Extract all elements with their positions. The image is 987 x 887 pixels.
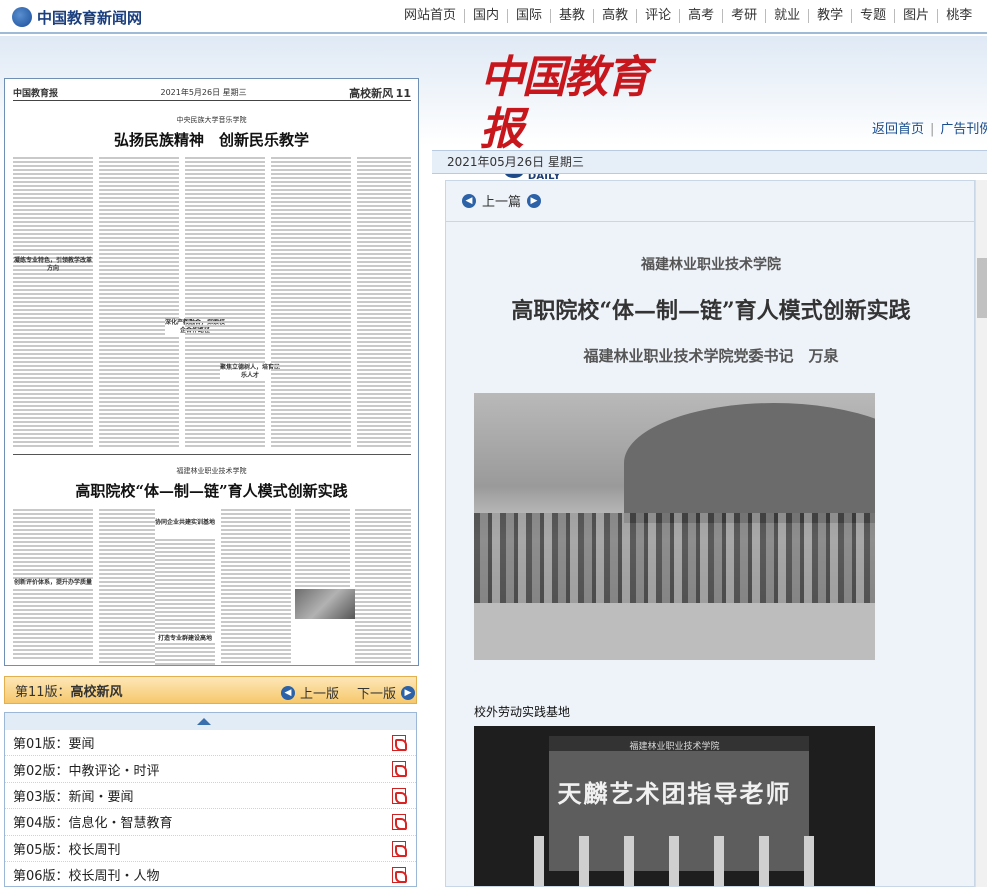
paper-brand: 中国教育报 <box>13 89 59 99</box>
edition-item[interactable]: 第05版：校长周刊 <box>5 836 416 862</box>
back-home-link[interactable]: 返回首页 <box>872 122 924 137</box>
current-page-number: 第11版： <box>15 684 71 700</box>
paper-article2-column <box>355 509 411 665</box>
article-author: 福建林业职业技术学院党委书记 万泉 <box>583 347 839 365</box>
paper-article2-title[interactable]: 高职院校“体—制—链”育人模式创新实践 <box>5 480 418 501</box>
edition-item[interactable]: 第01版：要闻 <box>5 730 416 757</box>
paper-article1-column <box>185 157 265 449</box>
edition-item[interactable]: 第06版：校长周刊・人物 <box>5 862 416 886</box>
paper-article1-column <box>271 157 351 449</box>
paper-subhead: 协同企业共建实训基地 <box>155 519 216 526</box>
paper-divider <box>13 454 411 455</box>
paper-page-number: 11 <box>395 86 411 100</box>
photo-caption: 校外劳动实践基地 <box>474 705 571 719</box>
pdf-icon[interactable] <box>392 814 407 831</box>
nav-taoli[interactable]: 桃李 <box>937 9 980 23</box>
scrollbar-thumb[interactable] <box>977 258 987 318</box>
paper-article1-kicker[interactable]: 中央民族大学音乐学院 <box>5 115 418 125</box>
paper-subhead: 打造专业群建设高地 <box>155 635 215 643</box>
newspaper-page-image[interactable]: 中国教育报 2021年5月26日 星期三 高校新风 11 中央民族大学音乐学院 … <box>4 78 419 666</box>
issue-date-bar: 2021年05月26日 星期三 <box>432 150 987 174</box>
article-panel: ◀ 上一篇 ▶ 福建林业职业技术学院 高职院校“体—制—链”育人模式创新实践 福… <box>445 180 975 887</box>
paper-date: 2021年5月26日 星期三 <box>160 88 247 97</box>
paper-subhead: 创新评价体系，提升办学质量 <box>13 579 93 587</box>
edition-item[interactable]: 第03版：新闻・要闻 <box>5 783 416 810</box>
paper-section: 高校新风 <box>349 86 394 100</box>
prev-article-label: 上一篇 <box>482 195 522 210</box>
edition-link[interactable]: 第03版：新闻・要闻 <box>13 786 134 805</box>
nav-employment[interactable]: 就业 <box>765 9 808 23</box>
pdf-icon[interactable] <box>392 761 407 778</box>
site-logo-icon <box>12 7 32 27</box>
edition-link[interactable]: 第05版：校长周刊 <box>13 839 121 858</box>
paper-article2-column <box>295 509 350 589</box>
edition-link[interactable]: 第04版：信息化・智慧教育 <box>13 812 173 831</box>
pdf-icon[interactable] <box>392 840 407 857</box>
next-page-label: 下一版 <box>357 687 397 702</box>
paper-article1-title[interactable]: 弘扬民族精神 创新民乐教学 <box>5 129 418 150</box>
article-kicker: 福建林业职业技术学院 <box>641 257 781 273</box>
paper-article2-column <box>155 539 215 665</box>
newspaper-masthead: 中国教育报 CHINA EDUCATION DAILY <box>480 52 670 182</box>
site-logo[interactable]: 中国教育新闻网 <box>12 5 142 29</box>
arrow-left-icon: ◀ <box>462 193 476 208</box>
caret-up-icon <box>197 718 211 725</box>
article-photo-art-troupe: 福建林业职业技术学院 天麟艺术团指导老师 <box>474 726 875 886</box>
edition-link[interactable]: 第01版：要闻 <box>13 733 95 752</box>
page-navigation-bar: 第11版：高校新风 ◀ 上一版 下一版 ▶ <box>4 676 417 704</box>
nav-domestic[interactable]: 国内 <box>464 9 507 23</box>
paper-article1-column <box>13 157 93 449</box>
nav-home[interactable]: 网站首页 <box>396 9 464 23</box>
masthead-title: 中国教育报 <box>480 52 650 155</box>
paper-article2-kicker[interactable]: 福建林业职业技术学院 <box>5 466 418 476</box>
ad-rates-link[interactable]: 广告刊例 <box>940 122 987 137</box>
site-logo-text: 中国教育新闻网 <box>37 8 143 27</box>
nav-higher-education[interactable]: 高教 <box>593 9 636 23</box>
paper-article2-column <box>99 509 155 665</box>
paper-subhead: 凝练专业特色，引领教学改革方向 <box>13 257 92 272</box>
pdf-icon[interactable] <box>392 787 407 804</box>
paper-photo-thumb <box>295 589 355 619</box>
nav-special-topics[interactable]: 专题 <box>851 9 894 23</box>
prev-page-label: 上一版 <box>300 687 340 702</box>
article-body: 福建林业职业技术学院 高职院校“体—制—链”育人模式创新实践 福建林业职业技术学… <box>446 222 974 886</box>
edition-item[interactable]: 第02版：中教评论・时评 <box>5 756 416 783</box>
paper-article1-column <box>357 157 411 449</box>
next-page-button[interactable]: 下一版 ▶ <box>357 683 416 702</box>
nav-international[interactable]: 国际 <box>507 9 550 23</box>
paper-article1-column <box>99 157 179 449</box>
nav-postgraduate[interactable]: 考研 <box>722 9 765 23</box>
photo-banner-text: 天麟艺术团指导老师 <box>557 779 792 808</box>
paper-article2-column <box>221 509 291 665</box>
pdf-icon[interactable] <box>392 735 407 751</box>
nav-basic-education[interactable]: 基教 <box>550 9 593 23</box>
arrow-right-icon: ▶ <box>527 193 542 208</box>
nav-commentary[interactable]: 评论 <box>636 9 679 23</box>
header-links: 返回首页 | 广告刊例 <box>872 118 987 137</box>
prev-article-button[interactable]: ◀ 上一篇 ▶ <box>456 191 547 210</box>
current-page-label: 第11版：高校新风 <box>15 681 123 700</box>
current-page-name: 高校新风 <box>70 684 123 700</box>
edition-list-scroll-up[interactable] <box>5 713 416 730</box>
arrow-right-icon: ▶ <box>401 685 416 700</box>
main-nav: 网站首页 国内 国际 基教 高教 评论 高考 考研 就业 教学 专题 图片 桃李 <box>396 0 980 32</box>
article-title: 高职院校“体—制—链”育人模式创新实践 <box>511 298 911 324</box>
top-nav-bar: 中国教育新闻网 网站首页 国内 国际 基教 高教 评论 高考 考研 就业 教学 … <box>0 0 987 34</box>
edition-link[interactable]: 第06版：校长周刊・人物 <box>13 865 160 884</box>
page-scrollbar[interactable] <box>975 180 987 887</box>
prev-page-button[interactable]: ◀ 上一版 <box>281 683 339 702</box>
pdf-icon[interactable] <box>392 866 407 883</box>
nav-teaching[interactable]: 教学 <box>808 9 851 23</box>
edition-item[interactable]: 第04版：信息化・智慧教育 <box>5 809 416 836</box>
edition-link[interactable]: 第02版：中教评论・时评 <box>13 760 160 779</box>
arrow-left-icon: ◀ <box>281 685 295 700</box>
nav-pictures[interactable]: 图片 <box>894 9 937 23</box>
edition-list: 第01版：要闻 第02版：中教评论・时评 第03版：新闻・要闻 第04版：信息化… <box>4 712 417 887</box>
nav-gaokao[interactable]: 高考 <box>679 9 722 23</box>
article-photo-practice-base <box>474 393 875 660</box>
link-separator: | <box>930 122 935 137</box>
paper-page-header: 中国教育报 2021年5月26日 星期三 高校新风 11 <box>13 85 411 101</box>
